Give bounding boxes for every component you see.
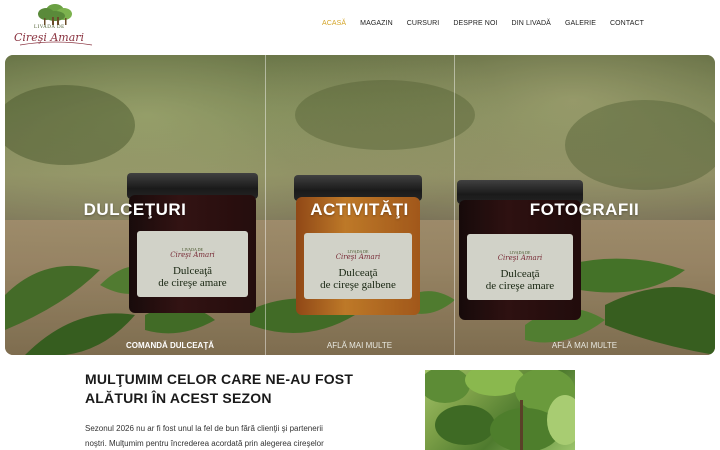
logo[interactable]: LIVADA DE Cireşi Amari (12, 3, 98, 49)
logo-script-text: Cireşi Amari (14, 31, 85, 44)
nav-item-contact[interactable]: CONTACT (610, 20, 644, 27)
order-jam-link[interactable]: COMANDĂ DULCEAŢĂ (65, 341, 275, 350)
section-text: Sezonul 2026 nu ar fi fost unul la fel d… (85, 421, 345, 450)
panel-title-dulceturi[interactable]: DULCEŢURI (5, 200, 265, 220)
panel-title-fotografii[interactable]: FOTOGRAFII (454, 200, 715, 220)
logo-top-text: LIVADA DE (34, 25, 65, 30)
nav-item-galerie[interactable]: GALERIE (565, 20, 596, 27)
nav-item-din-livada[interactable]: DIN LIVADĂ (512, 20, 551, 27)
section-heading: MULŢUMIM CELOR CARE NE-AU FOST ALĂTURI Î… (85, 370, 365, 408)
nav-item-acasa[interactable]: ACASĂ (322, 20, 346, 27)
site-header: LIVADA DE Cireşi Amari ACASĂ MAGAZIN CUR… (0, 0, 720, 52)
nav-item-despre-noi[interactable]: DESPRE NOI (453, 20, 497, 27)
nav-item-cursuri[interactable]: CURSURI (407, 20, 440, 27)
activities-learn-more-link[interactable]: AFLĂ MAI MULTE (265, 341, 454, 350)
orchard-photo (425, 370, 575, 450)
hero-banner: LIVADA DE Cireşi Amari Dulceaţă de cireş… (5, 55, 715, 355)
photos-learn-more-link[interactable]: AFLĂ MAI MULTE (454, 341, 715, 350)
nav-item-magazin[interactable]: MAGAZIN (360, 20, 393, 27)
text-line-2: noştri. Mulţumim pentru încrederea acord… (85, 439, 324, 448)
main-nav: ACASĂ MAGAZIN CURSURI DESPRE NOI DIN LIV… (308, 20, 644, 27)
text-line-1: Sezonul 2026 nu ar fi fost unul la fel d… (85, 424, 323, 433)
panel-title-activitati[interactable]: ACTIVITĂŢI (265, 200, 454, 220)
heading-line-2: ALĂTURI ÎN ACEST SEZON (85, 390, 272, 406)
heading-line-1: MULŢUMIM CELOR CARE NE-AU FOST (85, 371, 354, 387)
orchard-foliage-image (425, 370, 575, 450)
